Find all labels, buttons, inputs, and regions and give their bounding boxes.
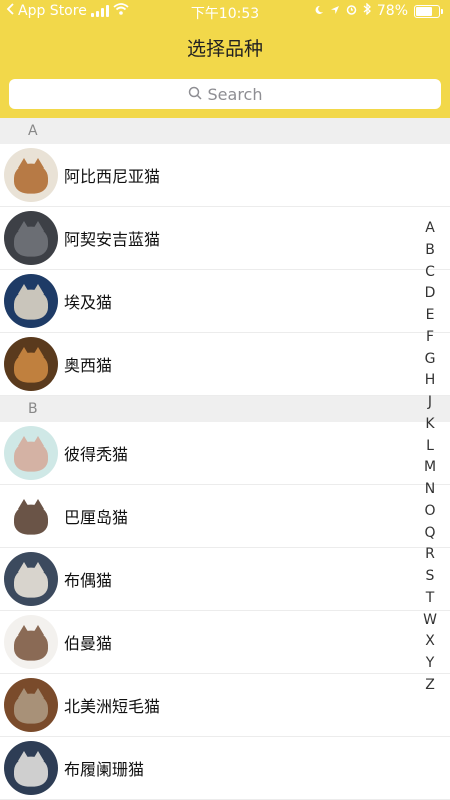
status-bar: App Store 下午10:53 78% bbox=[0, 0, 450, 24]
alphabet-index[interactable]: ABCDEFGHJKLMNOQRSTWXYZ bbox=[422, 218, 438, 697]
breed-row[interactable]: 伯曼猫 bbox=[0, 611, 450, 674]
index-letter[interactable]: K bbox=[422, 414, 438, 436]
breed-row[interactable]: 布履阑珊猫 bbox=[0, 737, 450, 800]
breed-name: 伯曼猫 bbox=[64, 634, 113, 653]
index-letter[interactable]: W bbox=[422, 610, 438, 632]
breed-row[interactable]: 奥西猫 bbox=[0, 333, 450, 396]
index-letter[interactable]: O bbox=[422, 501, 438, 523]
breed-name: 奥西猫 bbox=[64, 356, 113, 375]
cat-avatar bbox=[4, 678, 58, 732]
section-header: B bbox=[0, 396, 450, 422]
cat-avatar bbox=[4, 615, 58, 669]
cat-avatar bbox=[4, 552, 58, 606]
battery-icon bbox=[414, 4, 443, 18]
breed-list[interactable]: A 阿比西尼亚猫 阿契安吉蓝猫 埃及猫奥西猫 B 彼得秃猫巴厘岛猫布偶猫伯曼猫北美洲短毛猫… bbox=[0, 118, 450, 800]
breed-row[interactable]: 巴厘岛猫 bbox=[0, 485, 450, 548]
index-letter[interactable]: T bbox=[422, 588, 438, 610]
breed-name: 阿比西尼亚猫 bbox=[64, 167, 161, 186]
breed-name: 埃及猫 bbox=[64, 293, 113, 312]
nav-header: App Store 下午10:53 78% 选择品种 Search bbox=[0, 0, 450, 118]
breed-row[interactable]: 阿比西尼亚猫 bbox=[0, 144, 450, 207]
battery-percent: 78% bbox=[376, 3, 408, 19]
breed-row[interactable]: 彼得秃猫 bbox=[0, 422, 450, 485]
breed-row[interactable]: 阿契安吉蓝猫 bbox=[0, 207, 450, 270]
cat-avatar bbox=[4, 426, 58, 480]
index-letter[interactable]: Z bbox=[422, 675, 438, 697]
section-header: A bbox=[0, 118, 450, 144]
index-letter[interactable]: N bbox=[422, 479, 438, 501]
breed-name: 北美洲短毛猫 bbox=[64, 697, 161, 716]
index-letter[interactable]: F bbox=[422, 327, 438, 349]
index-letter[interactable]: A bbox=[422, 218, 438, 240]
search-icon bbox=[188, 85, 202, 104]
bluetooth-icon bbox=[363, 2, 371, 19]
cat-avatar bbox=[4, 148, 58, 202]
breed-row[interactable]: 北美洲短毛猫 bbox=[0, 674, 450, 737]
index-letter[interactable]: S bbox=[422, 566, 438, 588]
index-letter[interactable]: H bbox=[422, 370, 438, 392]
index-letter[interactable]: R bbox=[422, 544, 438, 566]
cat-avatar bbox=[4, 489, 58, 543]
index-letter[interactable]: G bbox=[422, 349, 438, 371]
cat-avatar bbox=[4, 337, 58, 391]
index-letter[interactable]: E bbox=[422, 305, 438, 327]
breed-row[interactable]: 布偶猫 bbox=[0, 548, 450, 611]
index-letter[interactable]: X bbox=[422, 631, 438, 653]
index-letter[interactable]: C bbox=[422, 262, 438, 284]
location-arrow-icon bbox=[330, 3, 340, 19]
page-title: 选择品种 bbox=[186, 38, 263, 60]
breed-name: 巴厘岛猫 bbox=[64, 508, 129, 527]
search-placeholder: Search bbox=[207, 84, 263, 104]
index-letter[interactable]: Q bbox=[422, 523, 438, 545]
breed-name: 布偶猫 bbox=[64, 571, 113, 590]
breed-name: 阿契安吉蓝猫 bbox=[64, 230, 161, 249]
breed-row[interactable]: 埃及猫 bbox=[0, 270, 450, 333]
moon-icon bbox=[314, 3, 324, 19]
breed-name: 彼得秃猫 bbox=[64, 445, 129, 464]
index-letter[interactable]: B bbox=[422, 240, 438, 262]
cat-avatar bbox=[4, 211, 58, 265]
cat-avatar bbox=[4, 741, 58, 795]
search-bar[interactable]: Search bbox=[9, 79, 441, 109]
cat-avatar bbox=[4, 274, 58, 328]
index-letter[interactable]: M bbox=[422, 457, 438, 479]
alarm-icon bbox=[346, 3, 357, 19]
index-letter[interactable]: D bbox=[422, 283, 438, 305]
index-letter[interactable]: J bbox=[422, 392, 438, 414]
breed-name: 布履阑珊猫 bbox=[64, 760, 145, 779]
index-letter[interactable]: Y bbox=[422, 653, 438, 675]
index-letter[interactable]: L bbox=[422, 436, 438, 458]
